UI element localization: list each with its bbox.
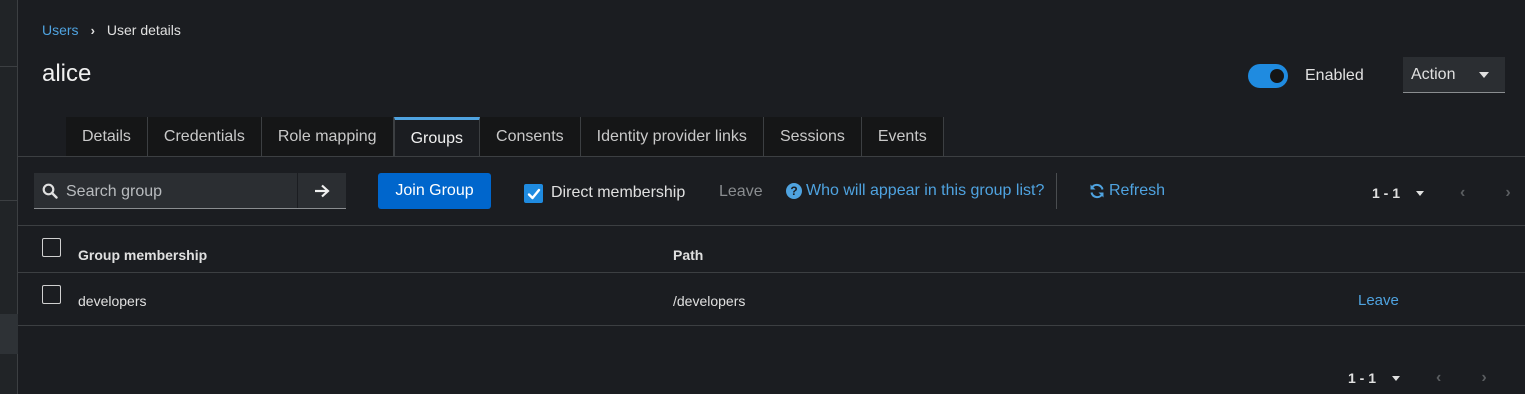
caret-down-icon [1479,72,1489,78]
pagination-count: 1 - 1 [1348,370,1377,386]
caret-down-icon [1392,375,1401,381]
tab-groups[interactable]: Groups [393,117,481,157]
tabs-divider [18,156,1525,157]
table-row-divider [18,325,1525,326]
page-title: alice [42,60,92,87]
select-all-checkbox[interactable] [42,238,61,257]
tab-role-mapping[interactable]: Role mapping [261,117,394,156]
search-icon [42,183,58,199]
main-content: Users › User details alice Enabled Actio… [18,0,1525,394]
left-nav-divider [0,66,18,67]
enabled-label: Enabled [1305,67,1364,84]
direct-membership-label: Direct membership [551,184,686,201]
chevron-right-icon: › [90,22,95,38]
check-icon [527,188,541,200]
tab-credentials[interactable]: Credentials [147,117,262,156]
group-name-cell: developers [78,293,147,309]
toolbar-divider [1056,173,1057,209]
breadcrumb-users-link[interactable]: Users [42,22,79,38]
toolbar-divider-line [18,225,1525,226]
prev-page-button[interactable]: ‹ [1436,369,1441,387]
search-placeholder: Search group [66,183,163,200]
action-dropdown[interactable]: Action [1403,57,1505,93]
search-group: Search group [34,173,346,209]
direct-membership-checkbox[interactable] [524,184,543,203]
top-pagination: 1 - 1 ‹ › [1372,184,1511,202]
prev-page-button[interactable]: ‹ [1460,184,1465,202]
bottom-pagination: 1 - 1 ‹ › [1348,369,1487,387]
toggle-knob [1270,69,1284,83]
next-page-button[interactable]: › [1481,369,1486,387]
left-nav-divider [0,200,18,201]
row-leave-link[interactable]: Leave [1358,292,1399,309]
enabled-toggle[interactable] [1248,64,1288,88]
pagination-count: 1 - 1 [1372,185,1401,201]
tab-consents[interactable]: Consents [480,117,581,156]
leave-button[interactable]: Leave [719,183,763,201]
per-page-dropdown[interactable]: 1 - 1 [1348,370,1401,386]
search-submit-button[interactable] [298,173,346,208]
next-page-button[interactable]: › [1505,184,1510,202]
breadcrumb: Users › User details [42,22,181,38]
group-list-help-link[interactable]: ? Who will appear in this group list? [786,182,1044,200]
row-select-checkbox[interactable] [42,285,61,304]
table-header-divider [18,272,1525,273]
refresh-label: Refresh [1109,182,1166,199]
column-header-path[interactable]: Path [673,247,703,263]
tab-details[interactable]: Details [66,117,148,156]
caret-down-icon [1416,190,1425,196]
tab-sessions[interactable]: Sessions [763,117,862,156]
tab-bar: Details Credentials Role mapping Groups … [66,117,944,157]
join-group-button[interactable]: Join Group [378,173,491,209]
column-header-group[interactable]: Group membership [78,247,207,263]
arrow-right-icon [315,184,330,197]
tab-identity-provider-links[interactable]: Identity provider links [580,117,764,156]
question-circle-icon: ? [786,183,802,199]
group-path-cell: /developers [673,293,746,309]
action-dropdown-label: Action [1411,65,1456,83]
left-nav-rail [0,0,18,394]
breadcrumb-current: User details [106,22,181,38]
search-input[interactable]: Search group [34,173,298,208]
left-nav-active-item[interactable] [0,314,18,354]
sync-icon [1090,183,1104,199]
per-page-dropdown[interactable]: 1 - 1 [1372,185,1425,201]
tab-events[interactable]: Events [861,117,944,156]
refresh-button[interactable]: Refresh [1089,182,1165,200]
help-link-label: Who will appear in this group list? [806,182,1045,199]
